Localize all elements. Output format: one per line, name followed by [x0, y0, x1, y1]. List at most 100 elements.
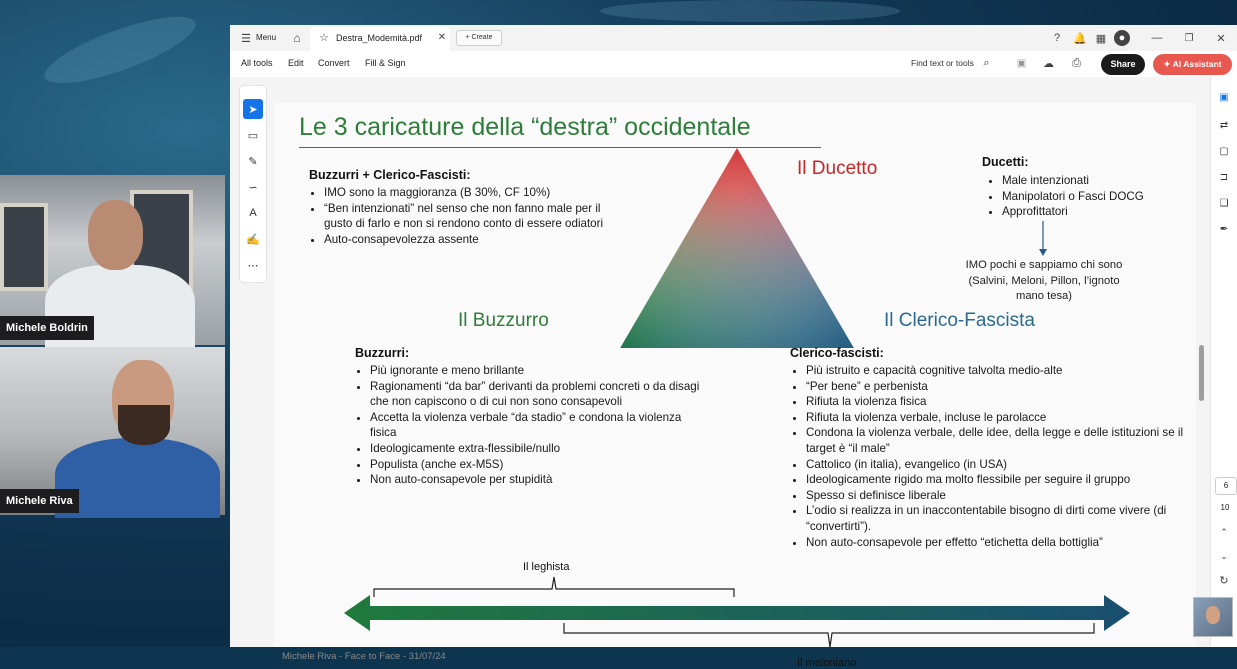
participant-video — [88, 200, 143, 270]
participant-video — [118, 405, 170, 445]
avatar[interactable]: ● — [1114, 30, 1130, 46]
list-item: Male intenzionati — [1002, 173, 1202, 189]
minimize-icon[interactable]: — — [1150, 31, 1164, 45]
list-item: Rifiuta la violenza fisica — [806, 394, 1186, 410]
ai-assistant-label: AI Assistant — [1172, 59, 1222, 69]
save-icon[interactable]: ▣ — [1015, 57, 1028, 70]
participant-name-tag: Michele Boldrin — [0, 316, 94, 340]
create-label: Create — [471, 34, 493, 41]
list-item: Ideologicamente extra-flessibile/nullo — [370, 441, 700, 457]
total-pages: 10 — [1220, 503, 1230, 512]
text-box-icon[interactable]: A — [243, 203, 263, 223]
sign-icon[interactable]: ✍ — [243, 229, 263, 249]
pdf-page: Le 3 caricature della “destra” occidenta… — [274, 103, 1196, 669]
ai-assistant-icon: ✦ — [1163, 59, 1173, 69]
self-view-face — [1206, 606, 1220, 624]
chevron-down-icon[interactable]: ⌄ — [1217, 549, 1231, 563]
menu-button[interactable]: Menu — [256, 25, 276, 51]
list-clerico-fascisti: Più istruito e capacità cognitive talvol… — [790, 363, 1186, 550]
comment-icon[interactable]: ▭ — [243, 125, 263, 145]
corner-label-clerico-fascista: Il Clerico-Fascista — [884, 310, 1035, 331]
list-item: L’odio si realizza in un inaccontentabil… — [806, 503, 1186, 534]
label-meloniano: Il meloniano — [797, 657, 857, 669]
list-item: Auto-consapevolezza assente — [324, 232, 609, 248]
list-buzzurri-clerico: IMO sono la maggioranza (B 30%, CF 10%) … — [308, 185, 609, 247]
background-streak — [600, 0, 900, 22]
menu-convert[interactable]: Convert — [318, 58, 350, 68]
corner-label-ducetto: Il Ducetto — [797, 158, 878, 179]
participant-video — [45, 265, 195, 355]
list-item: Condona la violenza verbale, delle idee,… — [806, 425, 1186, 456]
list-item: Cattolico (in italia), evangelico (in US… — [806, 457, 1186, 473]
list-item: Ragionamenti “da bar” derivanti da probl… — [370, 379, 700, 410]
comments-icon[interactable]: ▢ — [1217, 145, 1231, 159]
help-icon[interactable]: ? — [1050, 31, 1064, 45]
box-header-ducetti: Ducetti: — [982, 155, 1029, 169]
current-page-input[interactable]: 6 — [1215, 477, 1237, 495]
select-cursor-icon[interactable]: ➤ — [243, 99, 263, 119]
close-tab-icon[interactable]: ✕ — [436, 31, 448, 43]
more-tools-icon[interactable]: ⋯ — [243, 255, 263, 275]
home-icon[interactable]: ⌂ — [290, 31, 304, 45]
menu-fill-sign[interactable]: Fill & Sign — [365, 58, 406, 68]
list-item: Spesso si definisce liberale — [806, 488, 1186, 504]
copy-pages-icon[interactable]: ❏ — [1217, 197, 1231, 211]
draw-freehand-icon[interactable]: ∽ — [243, 177, 263, 197]
self-view-thumbnail[interactable] — [1193, 597, 1233, 637]
label-leghista: Il leghista — [523, 561, 570, 573]
close-window-icon[interactable]: ✕ — [1214, 31, 1228, 45]
window-image — [0, 203, 48, 291]
chevron-up-icon[interactable]: ⌃ — [1217, 525, 1231, 539]
box-header-buzzurri: Buzzurri: — [355, 346, 410, 360]
box-header-buzzurri-clerico: Buzzurri + Clerico-Fascisti: — [309, 168, 471, 182]
bookmark-icon[interactable]: ⊐ — [1217, 171, 1231, 185]
list-item: “Ben intenzionati” nel senso che non fan… — [324, 201, 609, 232]
list-item: Ideologicamente rigido ma molto flessibi… — [806, 472, 1186, 488]
list-item: IMO sono la maggioranza (B 30%, CF 10%) — [324, 185, 609, 201]
list-item: Rifiuta la violenza verbale, incluse le … — [806, 410, 1186, 426]
find-text-or-tools[interactable]: Find text or tools — [911, 58, 974, 68]
organize-icon[interactable]: ⇄ — [1217, 119, 1231, 133]
slide-title: Le 3 caricature della “destra” occidenta… — [299, 113, 751, 141]
fill-sign-icon[interactable]: ✒ — [1217, 223, 1231, 237]
search-icon[interactable]: ⌕ — [980, 57, 993, 70]
box-header-clerico-fascisti: Clerico-fascisti: — [790, 346, 884, 360]
pdf-viewer-window: ☰ Menu ⌂ ☆ Destra_Modemità.pdf ✕ + Creat… — [230, 25, 1237, 669]
down-arrow — [1039, 221, 1047, 256]
create-button[interactable]: + Create — [456, 30, 502, 46]
list-item: Più ignorante e meno brillante — [370, 363, 700, 379]
upload-cloud-icon[interactable]: ☁ — [1042, 57, 1055, 70]
participant-video — [55, 438, 220, 518]
share-button[interactable]: Share — [1101, 54, 1145, 75]
menu-all-tools[interactable]: All tools — [241, 58, 273, 68]
ai-assistant-button[interactable]: ✦ AI Assistant — [1153, 54, 1232, 75]
tab-title: Destra_Modemità.pdf — [336, 33, 423, 43]
list-item: Manipolatori o Fasci DOCG — [1002, 189, 1202, 205]
highlight-pen-icon[interactable]: ✎ — [243, 151, 263, 171]
list-item: Populista (anche ex-M5S) — [370, 457, 700, 473]
participant-name-tag: Michele Riva — [0, 489, 79, 513]
scroll-thumb[interactable] — [1199, 345, 1204, 401]
list-buzzurri: Più ignorante e meno brillante Ragioname… — [354, 363, 700, 488]
sidebar-panel-icon[interactable]: ▣ — [1217, 91, 1231, 105]
quick-tools-panel: ➤ ▭ ✎ ∽ A ✍ ⋯ — [239, 85, 267, 283]
menu-edit[interactable]: Edit — [288, 58, 304, 68]
list-item: Accetta la violenza verbale “da stadio” … — [370, 410, 700, 441]
refresh-icon[interactable]: ↻ — [1217, 573, 1231, 587]
slide-footer: Michele Riva - Face to Face - 31/07/24 — [282, 651, 446, 662]
list-ducetti: Male intenzionati Manipolatori o Fasci D… — [986, 173, 1202, 220]
vertical-scrollbar[interactable] — [1196, 90, 1206, 645]
list-item: “Per bene” e perbenista — [806, 379, 1186, 395]
list-item: Approfittatori — [1002, 204, 1202, 220]
ducetti-note: IMO pochi e sappiamo chi sono (Salvini, … — [965, 259, 1123, 302]
star-icon[interactable]: ☆ — [318, 31, 330, 44]
list-item: Non auto-consapevole per stupidità — [370, 472, 700, 488]
list-item: Non auto-consapevole per effetto “etiche… — [806, 535, 1186, 551]
hamburger-menu-icon[interactable]: ☰ — [240, 32, 252, 45]
list-item: Più istruito e capacità cognitive talvol… — [806, 363, 1186, 379]
corner-label-buzzurro: Il Buzzurro — [458, 310, 549, 331]
apps-grid-icon[interactable]: ▦ — [1094, 31, 1108, 45]
restore-icon[interactable]: ❐ — [1182, 31, 1196, 45]
print-icon[interactable]: ⎙ — [1070, 57, 1083, 70]
bell-icon[interactable]: 🔔 — [1073, 31, 1087, 45]
